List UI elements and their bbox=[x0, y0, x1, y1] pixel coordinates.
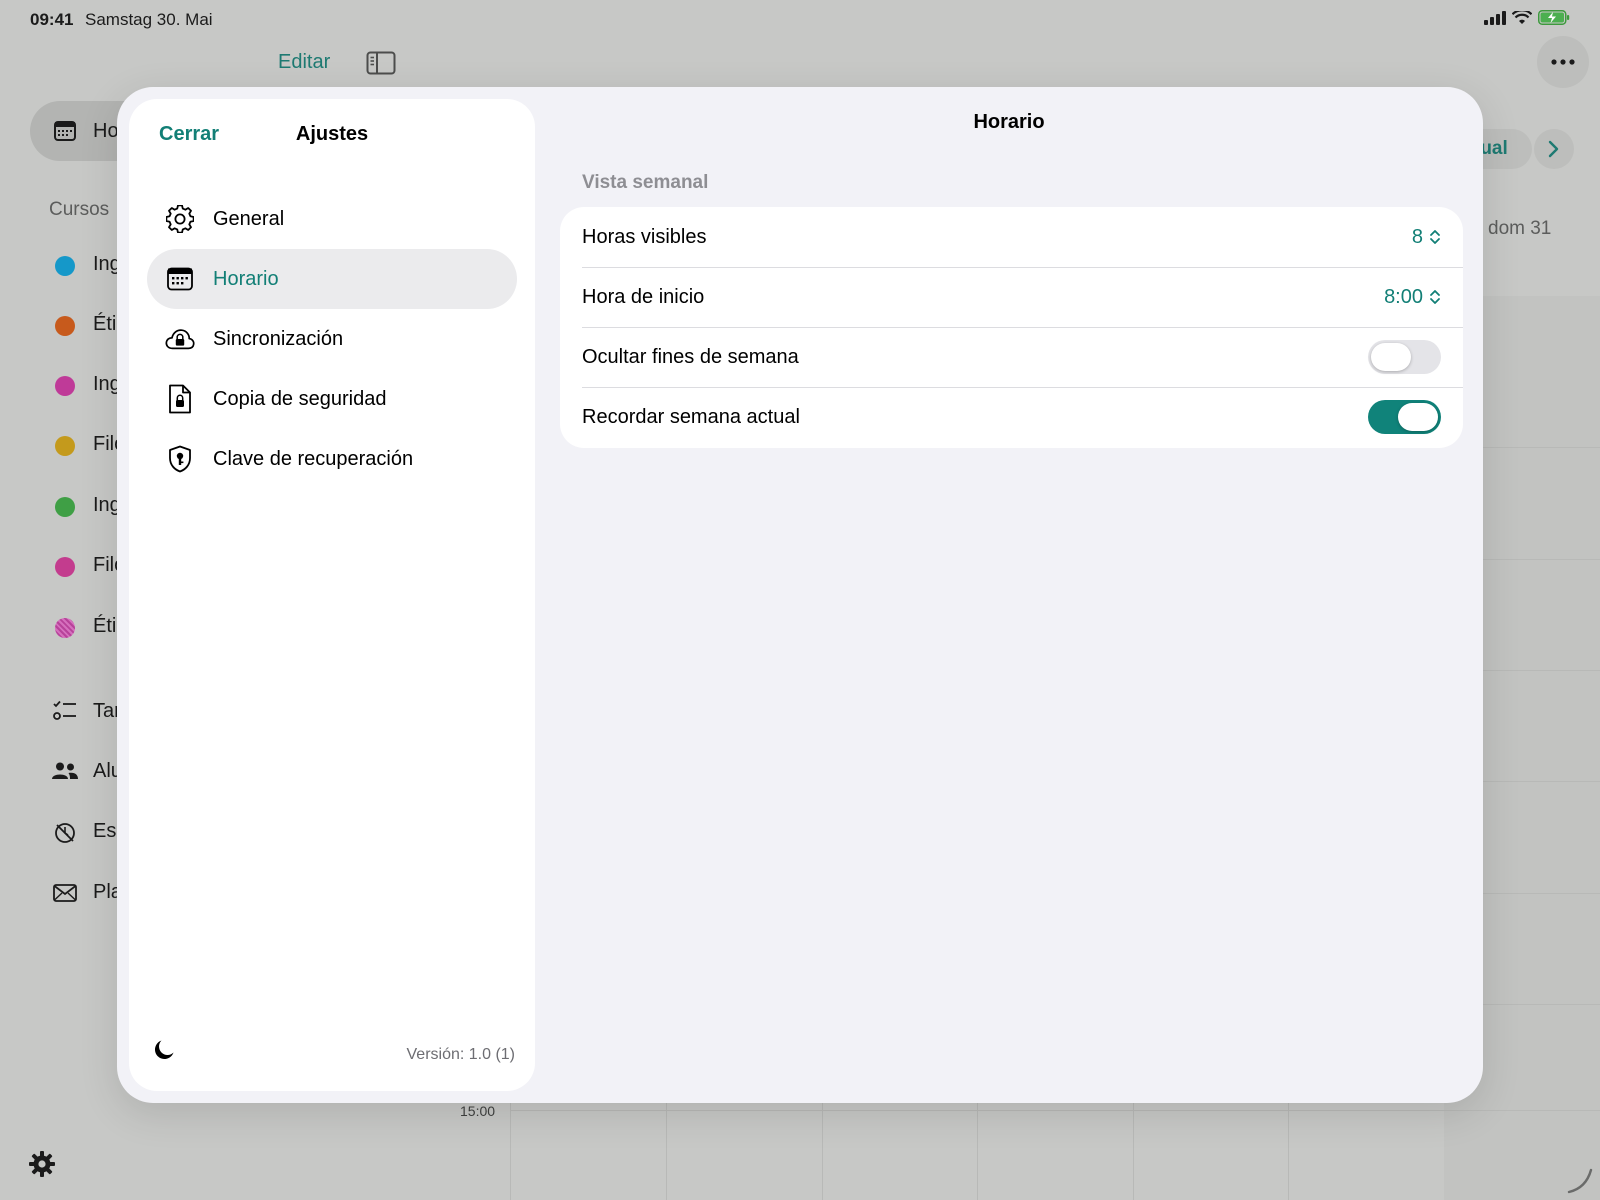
picker-value: 8 bbox=[1411, 225, 1423, 248]
course-label[interactable]: Éti bbox=[93, 313, 116, 336]
row-label: Ocultar fines de semana bbox=[582, 345, 799, 368]
next-week-button[interactable] bbox=[1534, 129, 1574, 169]
shield-key-icon bbox=[165, 444, 195, 474]
courses-section-title: Cursos bbox=[49, 199, 110, 220]
toggle-knob bbox=[1371, 343, 1411, 371]
row-label: Horas visibles bbox=[582, 225, 707, 248]
day-header: dom 31 bbox=[1488, 218, 1552, 239]
calendar-icon bbox=[54, 121, 76, 146]
menu-label: General bbox=[213, 207, 285, 230]
weekly-view-settings-card: Horas visibles 8 Hora de inicio 8:00 Ocu… bbox=[560, 207, 1463, 448]
course-color-dot bbox=[55, 316, 75, 336]
hide-weekends-row: Ocultar fines de semana bbox=[582, 327, 1441, 387]
detail-title: Horario bbox=[973, 111, 1045, 133]
version-label: Versión: 1.0 (1) bbox=[406, 1046, 516, 1063]
menu-label: Clave de recuperación bbox=[213, 447, 414, 470]
settings-title: Ajustes bbox=[129, 123, 535, 146]
remember-week-toggle[interactable] bbox=[1368, 400, 1441, 434]
people-icon bbox=[51, 762, 79, 785]
course-label[interactable]: Éti bbox=[93, 615, 116, 638]
grid-line bbox=[977, 1100, 978, 1200]
sidebar-item-label: Ho bbox=[93, 120, 119, 142]
envelope-icon bbox=[53, 884, 77, 907]
course-color-dot bbox=[55, 436, 75, 456]
course-color-dot bbox=[55, 618, 75, 638]
battery-charging-icon bbox=[1538, 10, 1570, 25]
ellipsis-icon bbox=[1551, 59, 1575, 65]
menu-label: Copia de seguridad bbox=[213, 387, 387, 410]
start-time-picker[interactable]: 8:00 bbox=[1384, 286, 1441, 309]
cellular-signal-icon bbox=[1484, 10, 1506, 25]
course-color-dot bbox=[55, 376, 75, 396]
grid-line bbox=[666, 1100, 667, 1200]
menu-item-horario[interactable]: Horario bbox=[147, 249, 517, 309]
grid-line bbox=[510, 1100, 511, 1200]
grid-line bbox=[1288, 1100, 1289, 1200]
wifi-icon bbox=[1512, 10, 1532, 24]
menu-item-backup[interactable]: Copia de seguridad bbox=[147, 369, 517, 429]
menu-item-recovery-key[interactable]: Clave de recuperación bbox=[147, 429, 517, 489]
status-time: 09:41 bbox=[30, 10, 74, 29]
visible-hours-picker[interactable]: 8 bbox=[1412, 226, 1441, 249]
hide-weekends-toggle[interactable] bbox=[1368, 340, 1441, 374]
toggle-knob bbox=[1398, 403, 1438, 431]
row-label: Recordar semana actual bbox=[582, 405, 800, 428]
sidebar-toggle-icon[interactable] bbox=[366, 51, 396, 80]
settings-sidebar: Cerrar Ajustes General Horario Sincroniz… bbox=[129, 99, 535, 1091]
status-date: Samstag 30. Mai bbox=[85, 10, 213, 29]
cloud-lock-icon bbox=[165, 324, 195, 354]
resize-handle-icon[interactable] bbox=[1566, 1166, 1594, 1199]
gear-icon bbox=[165, 204, 195, 234]
grid-line bbox=[822, 1100, 823, 1200]
checklist-icon bbox=[53, 700, 77, 727]
time-label: 15:00 bbox=[460, 1103, 496, 1119]
menu-label: Horario bbox=[213, 267, 279, 290]
menu-item-sync[interactable]: Sincronización bbox=[147, 309, 517, 369]
edit-button[interactable]: Editar bbox=[278, 51, 330, 74]
chevron-up-down-icon bbox=[1430, 230, 1440, 244]
dark-mode-moon-icon[interactable] bbox=[153, 1039, 175, 1066]
chevron-right-icon bbox=[1548, 140, 1559, 158]
remember-week-row: Recordar semana actual bbox=[582, 387, 1441, 447]
grid-line bbox=[1133, 1100, 1134, 1200]
course-color-dot bbox=[55, 557, 75, 577]
course-color-dot bbox=[55, 256, 75, 276]
settings-modal: Cerrar Ajustes General Horario Sincroniz… bbox=[117, 87, 1483, 1103]
menu-label: Sincronización bbox=[213, 327, 344, 350]
visible-hours-row: Horas visibles 8 bbox=[582, 207, 1441, 267]
clock-slash-icon bbox=[54, 822, 76, 849]
course-color-dot bbox=[55, 497, 75, 517]
status-icons bbox=[1484, 10, 1570, 25]
settings-gear-icon[interactable] bbox=[28, 1150, 56, 1183]
settings-menu: General Horario Sincronización Copia de … bbox=[147, 189, 517, 489]
chevron-up-down-icon bbox=[1430, 290, 1440, 304]
calendar-icon bbox=[165, 264, 195, 294]
row-label: Hora de inicio bbox=[582, 285, 705, 308]
menu-item-general[interactable]: General bbox=[147, 189, 517, 249]
picker-value: 8:00 bbox=[1384, 285, 1423, 308]
settings-title-text: Ajustes bbox=[295, 123, 369, 145]
document-lock-icon bbox=[165, 384, 195, 414]
section-title: Vista semanal bbox=[582, 172, 709, 193]
status-bar: 09:41 Samstag 30. Mai bbox=[0, 0, 1600, 38]
grid-line bbox=[510, 1110, 1600, 1111]
start-time-row: Hora de inicio 8:00 bbox=[582, 267, 1441, 327]
more-options-button[interactable] bbox=[1537, 36, 1589, 88]
